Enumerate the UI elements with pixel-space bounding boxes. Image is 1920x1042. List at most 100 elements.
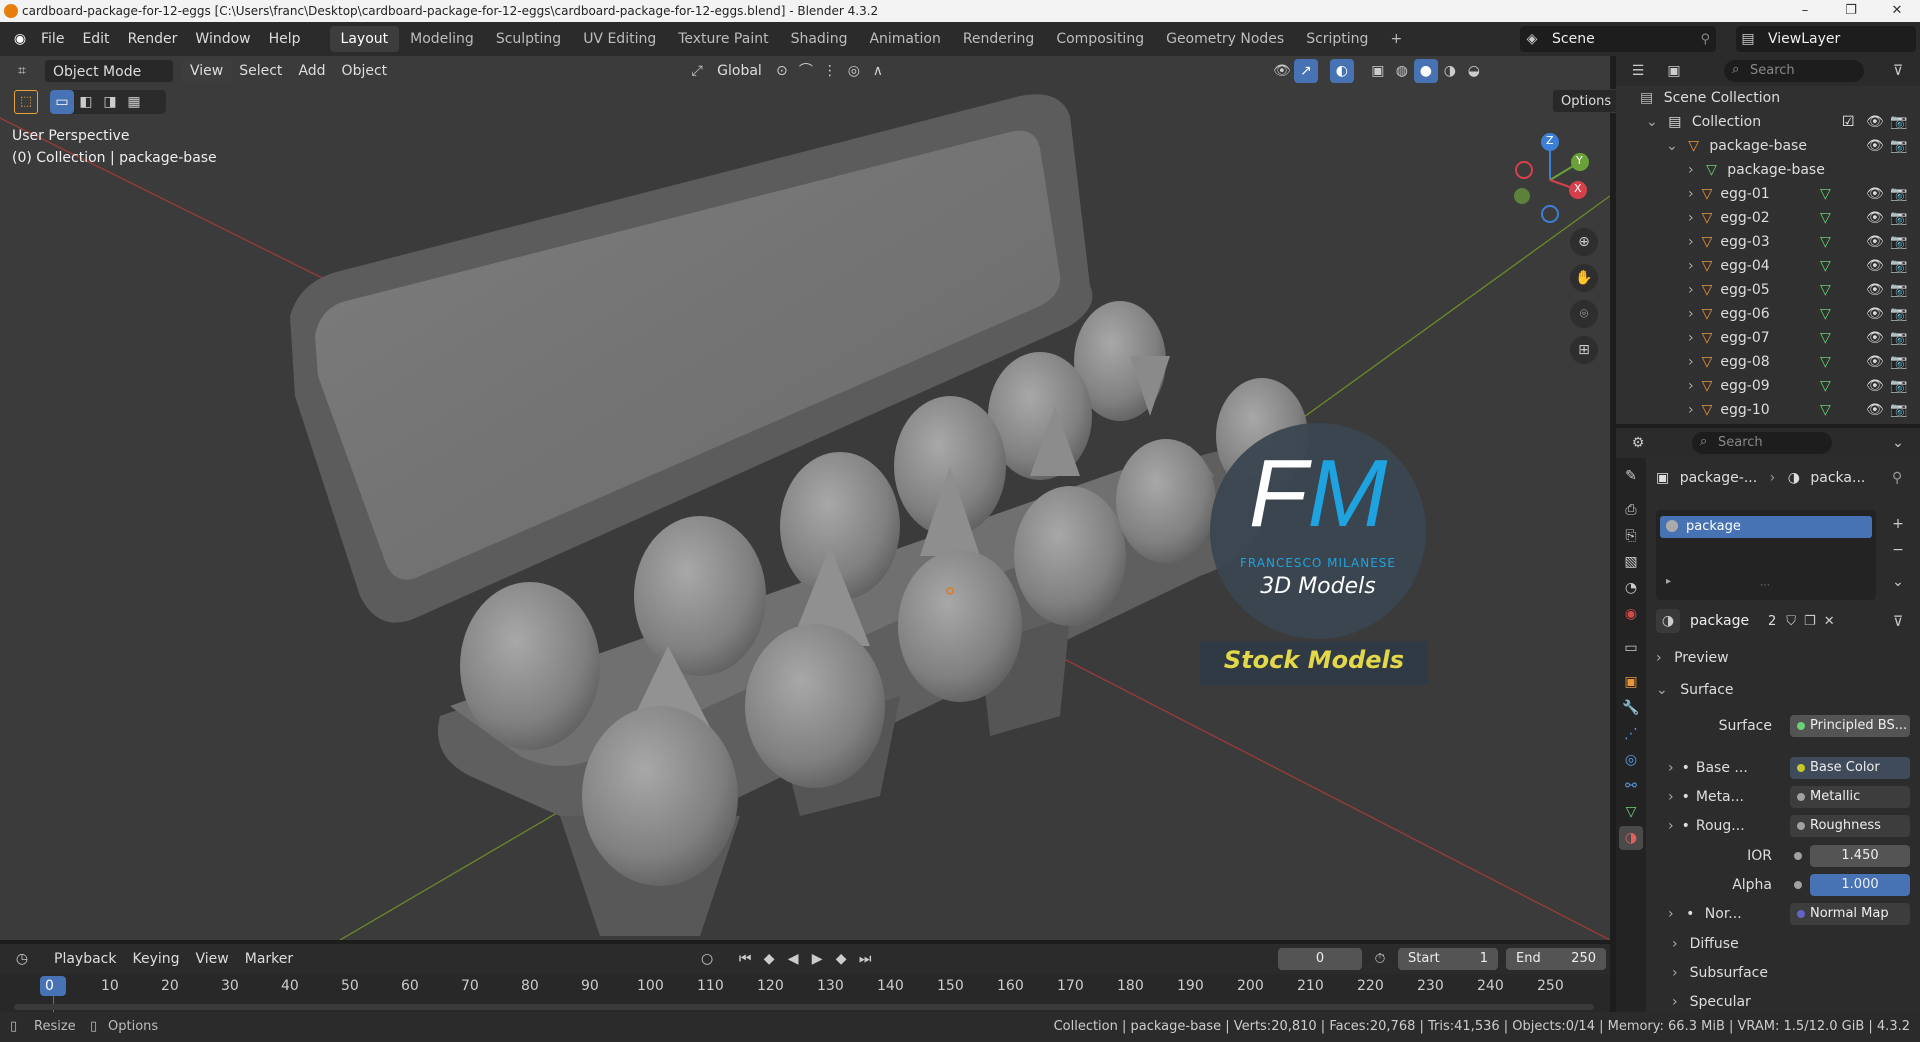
pin-icon[interactable]: ⚲ [1892,466,1902,490]
outliner-scene-collection[interactable]: ▤ Scene Collection [1616,86,1920,110]
material-name-field[interactable]: package [1690,613,1760,629]
specular-panel-header[interactable]: › Specular [1672,990,1872,1014]
snap-increment-icon[interactable]: ⋮ [818,59,842,83]
physics-tab-icon[interactable]: ◎ [1619,748,1643,772]
slot-menu-icon[interactable]: ⌄ [1886,570,1910,594]
outliner-editor-icon[interactable]: ☰ [1626,59,1650,83]
auto-keying-icon[interactable]: ○ [695,947,719,971]
viewport-menu-select[interactable]: Select [231,59,290,83]
properties-editor-icon[interactable]: ⚙ [1626,431,1650,455]
eye-icon[interactable]: 👁 [1866,254,1884,278]
add-slot-icon[interactable]: + [1886,512,1910,536]
outliner-item[interactable]: › ▽ egg-09 ▽ 👁 📷 [1616,374,1920,398]
falloff-icon[interactable]: ∧ [866,59,890,83]
menu-file[interactable]: File [32,22,73,56]
shader-input-row[interactable]: › • Meta... [1668,785,1772,809]
transform-orientation-dropdown[interactable]: Global [709,59,770,83]
prev-keyframe-icon[interactable]: ◆ [757,947,781,971]
rendered-shading-icon[interactable]: ◒ [1462,59,1486,83]
tab-scripting[interactable]: Scripting [1295,26,1379,52]
mesh-data-icon[interactable]: ▽ [1820,350,1831,374]
normal-field[interactable]: Normal Map [1790,903,1910,925]
wireframe-shading-icon[interactable]: ◍ [1390,59,1414,83]
add-workspace-button[interactable]: + [1379,26,1413,52]
next-keyframe-icon[interactable]: ◆ [829,947,853,971]
material-users-count[interactable]: 2 [1768,614,1776,629]
shader-input-row[interactable]: › • Base ... [1668,756,1772,780]
tab-sculpting[interactable]: Sculpting [485,26,572,52]
outliner-item[interactable]: › ▽ egg-01 ▽ 👁 📷 [1616,182,1920,206]
options-dropdown[interactable]: Options [1552,89,1621,113]
chevron-right-icon[interactable]: › [1688,210,1694,226]
render-tab-icon[interactable]: ⎙ [1619,498,1643,522]
node-tree-icon[interactable]: ⊽ [1886,610,1910,634]
shader-input-field[interactable]: Metallic [1790,786,1910,808]
zoom-icon[interactable]: ⊕ [1570,228,1598,256]
maximize-icon[interactable]: ❐ [1828,0,1874,22]
outliner-search-input[interactable]: Search [1724,60,1864,82]
mesh-data-icon[interactable]: ▽ [1820,374,1831,398]
tab-rendering[interactable]: Rendering [952,26,1046,52]
camera-icon[interactable]: 📷 [1890,206,1907,230]
outliner-item[interactable]: › ▽ egg-04 ▽ 👁 📷 [1616,254,1920,278]
shader-input-row[interactable]: › • Roug... [1668,814,1772,838]
particles-tab-icon[interactable]: ⋰ [1619,722,1643,746]
chevron-right-icon[interactable]: › [1688,186,1694,202]
timer-icon[interactable]: ⏱ [1368,947,1392,971]
collection-tab-icon[interactable]: ▭ [1619,636,1643,660]
filter-icon[interactable]: ⊽ [1886,59,1910,83]
scene-tab-icon[interactable]: ◔ [1619,576,1643,600]
blender-menu-icon[interactable]: ◉ [8,27,32,51]
unlink-icon[interactable]: ✕ [1824,614,1835,629]
snap-icon[interactable]: ⌒ [794,59,818,83]
camera-icon[interactable]: 📷 [1890,326,1907,350]
surface-panel-header[interactable]: ⌄ Surface [1656,678,1906,702]
object-tab-icon[interactable]: ▣ [1619,670,1643,694]
mode-dropdown[interactable]: Object Mode [44,59,174,83]
pivot-icon[interactable]: ⊙ [770,59,794,83]
subsurface-panel-header[interactable]: › Subsurface [1672,961,1872,985]
view-layer-tab-icon[interactable]: ▧ [1619,550,1643,574]
tab-geometry-nodes[interactable]: Geometry Nodes [1155,26,1295,52]
scene-selector[interactable]: ◈ Scene ⚲ [1520,26,1716,52]
outliner-collection[interactable]: ⌄ ▤ Collection ☑ 👁 📷 [1616,110,1920,134]
start-frame-field[interactable]: Start 1 [1398,948,1498,970]
eye-icon[interactable]: 👁 [1866,230,1884,254]
visibility-icon[interactable]: 👁 [1270,59,1294,83]
eye-icon[interactable]: 👁 [1866,302,1884,326]
perspective-toggle-icon[interactable]: ⊞ [1570,336,1598,364]
chevron-right-icon[interactable]: › [1688,282,1694,298]
preview-panel-header[interactable]: › Preview [1656,646,1906,670]
current-frame-field[interactable]: 0 [1278,948,1362,970]
timeline-menu-keying[interactable]: Keying [124,947,187,971]
world-tab-icon[interactable]: ◉ [1619,602,1643,626]
chevron-down-icon[interactable]: ⌄ [1886,431,1910,455]
camera-icon[interactable]: 📷 [1890,182,1907,206]
viewport-menu-view[interactable]: View [182,59,232,83]
chevron-right-icon[interactable]: › [1688,234,1694,250]
select-subtract-icon[interactable]: ◨ [98,90,122,114]
menu-edit[interactable]: Edit [73,22,118,56]
select-extend-icon[interactable]: ◧ [74,90,98,114]
gizmo-toggle-icon[interactable]: ↗ [1293,59,1318,83]
eye-icon[interactable]: 👁 [1866,206,1884,230]
minimize-icon[interactable]: – [1782,0,1828,22]
select-box-tool-icon[interactable]: ⬚ [14,90,38,114]
shader-input-field[interactable]: Base Color [1790,757,1910,779]
close-icon[interactable]: ✕ [1874,0,1920,22]
pin-icon[interactable]: ⚲ [1700,32,1710,47]
timeline-menu-marker[interactable]: Marker [237,947,301,971]
camera-icon[interactable]: 📷 [1890,374,1907,398]
material-slot-item[interactable]: package [1660,516,1872,538]
tab-modeling[interactable]: Modeling [399,26,485,52]
outliner-item[interactable]: › ▽ egg-06 ▽ 👁 📷 [1616,302,1920,326]
fake-user-icon[interactable]: ⛉ [1786,614,1796,629]
mesh-data-icon[interactable]: ▽ [1820,278,1831,302]
select-intersect-icon[interactable]: ▦ [122,90,146,114]
camera-icon[interactable]: 📷 [1890,350,1907,374]
eye-icon[interactable]: 👁 [1866,182,1884,206]
eye-icon[interactable]: 👁 [1866,278,1884,302]
camera-icon[interactable]: 📷 [1890,398,1907,422]
xray-icon[interactable]: ▣ [1366,59,1390,83]
camera-view-icon[interactable]: ⌾ [1570,300,1598,328]
